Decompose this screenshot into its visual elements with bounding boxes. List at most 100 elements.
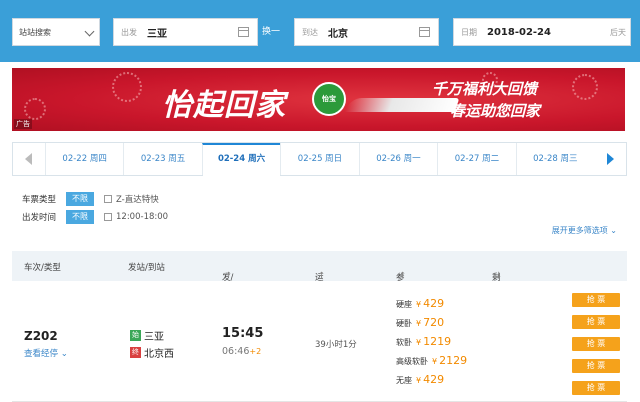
table-row: Z202 查看经停 ⌄ 始 三亚 终 北京西 15:45 06:46+2 39小… (12, 281, 627, 402)
ticket-type-checkbox[interactable] (104, 195, 112, 203)
firework-icon (24, 98, 46, 120)
price-amount: 2129 (439, 354, 468, 367)
sort-icon: ↑ (399, 271, 407, 281)
to-station-field[interactable]: 到达 北京 (294, 18, 439, 46)
sort-icon: ↑ (318, 271, 326, 281)
seat-type: 硬卧 (396, 319, 412, 328)
chevron-down-icon: ⌄ (610, 226, 617, 235)
search-mode-label: 站站搜索 (19, 27, 51, 37)
date-tab[interactable]: 02-26 周一 (358, 143, 437, 175)
brand-logo: 怡宝 (312, 82, 346, 116)
date-tab[interactable]: 02-27 周二 (437, 143, 515, 175)
ad-label: 广告 (14, 119, 32, 129)
arrival-station-name: 北京西 (144, 349, 174, 360)
firework-icon (572, 74, 598, 100)
end-station-badge: 终 (130, 347, 141, 358)
date-tabs: 02-22 周四 02-23 周五 02-24 周六 02-25 周日 02-2… (12, 142, 627, 177)
depart-time-any-button[interactable]: 不限 (66, 210, 94, 224)
search-mode-select[interactable]: 站站搜索 (12, 18, 100, 46)
ticket-type-filter: 车票类型 不限 Z-直达特快 (22, 192, 159, 206)
sort-icon: ↓ (495, 271, 503, 281)
grab-ticket-button[interactable]: 抢 票 (572, 381, 620, 395)
date-tab-active[interactable]: 02-24 周六 (201, 143, 281, 177)
date-tab[interactable]: 02-22 周四 (44, 143, 123, 175)
date-tab[interactable]: 02-25 周日 (280, 143, 358, 175)
ticket-type-any-button[interactable]: 不限 (66, 192, 94, 206)
swap-button[interactable]: 换一 (262, 24, 280, 37)
banner-slogan-line2: 春运助您回家 (450, 102, 541, 120)
station-picker-icon[interactable] (419, 27, 430, 37)
currency-symbol: ¥ (416, 376, 422, 385)
ticket-type-label: 车票类型 (22, 195, 57, 205)
expand-filters-label: 展开更多筛选项 (551, 226, 608, 235)
station-picker-icon[interactable] (238, 27, 249, 37)
price-item: 高级软卧 ¥ 2129 (396, 354, 467, 367)
sort-icon: ↑ (225, 271, 233, 281)
departure-station-name: 三亚 (144, 332, 164, 343)
from-label: 出发 (121, 27, 137, 37)
arrow-left-icon (25, 153, 33, 165)
date-label: 日期 (461, 27, 477, 37)
seat-type: 无座 (396, 376, 412, 385)
departure-station: 始 三亚 (130, 328, 164, 343)
arrow-right-icon (606, 153, 614, 165)
arrival-day-offset: +2 (249, 347, 262, 356)
view-stops-link[interactable]: 查看经停 ⌄ (24, 347, 68, 359)
results-table-header: 车次/类型 发站/到站 发/到时间↑ 运行时间↑ 参考票价↑ 剩余票量↓ (12, 251, 627, 319)
price-item: 无座 ¥ 429 (396, 373, 444, 386)
depart-time-checkbox[interactable] (104, 213, 112, 221)
swap-label: 换一 (262, 27, 281, 37)
price-amount: 429 (423, 297, 445, 310)
grab-ticket-button[interactable]: 抢 票 (572, 315, 620, 329)
seat-type: 软卧 (396, 338, 412, 347)
currency-symbol: ¥ (432, 357, 438, 366)
to-label: 到达 (302, 27, 318, 37)
price-item: 硬座 ¥ 429 (396, 297, 444, 310)
prev-dates-button[interactable] (13, 143, 45, 175)
seat-type: 高级软卧 (396, 357, 428, 366)
depart-time-option[interactable]: 12:00-18:00 (116, 212, 168, 222)
arrival-time: 06:46 (222, 346, 250, 357)
to-value: 北京 (328, 28, 348, 40)
from-value: 三亚 (147, 28, 167, 40)
grab-ticket-button[interactable]: 抢 票 (572, 337, 620, 351)
train-number[interactable]: Z202 (24, 329, 58, 343)
date-field[interactable]: 日期 2018-02-24 后天 (453, 18, 631, 46)
arrival-station: 终 北京西 (130, 345, 174, 360)
currency-symbol: ¥ (416, 300, 422, 309)
depart-time-label: 出发时间 (22, 213, 57, 223)
price-amount: 1219 (423, 335, 452, 348)
chevron-down-icon: ⌄ (60, 349, 68, 359)
price-item: 硬卧 ¥ 720 (396, 316, 444, 329)
departure-time: 15:45 (222, 326, 264, 341)
price-amount: 429 (423, 373, 445, 386)
currency-symbol: ¥ (416, 319, 422, 328)
view-stops-label: 查看经停 (24, 349, 59, 359)
travel-duration: 39小时1分 (315, 340, 357, 350)
col-stations-header: 发站/到站 (128, 263, 165, 273)
next-dates-button[interactable] (594, 143, 626, 175)
ticket-type-option[interactable]: Z-直达特快 (116, 193, 159, 205)
high-speed-train-icon (344, 98, 460, 112)
grab-ticket-button[interactable]: 抢 票 (572, 359, 620, 373)
search-bar: 站站搜索 出发 三亚 换一 到达 北京 日期 2018-02-24 后天 (0, 0, 640, 62)
start-station-badge: 始 (130, 330, 141, 341)
date-relative-label: 后天 (610, 28, 626, 37)
banner-slogan-line1: 千万福利大回馈 (432, 80, 538, 98)
currency-symbol: ¥ (416, 338, 422, 347)
from-station-field[interactable]: 出发 三亚 (113, 18, 258, 46)
chevron-down-icon (84, 26, 95, 37)
seat-type: 硬座 (396, 300, 412, 309)
expand-filters-link[interactable]: 展开更多筛选项 ⌄ (552, 225, 617, 236)
date-value: 2018-02-24 (487, 26, 551, 38)
depart-time-filter: 出发时间 不限 12:00-18:00 (22, 210, 168, 224)
date-tab[interactable]: 02-23 周五 (123, 143, 201, 175)
arrival-time-wrap: 06:46+2 (222, 346, 261, 357)
grab-ticket-button[interactable]: 抢 票 (572, 293, 620, 307)
banner-title: 怡起回家 (162, 88, 286, 123)
firework-icon (112, 72, 142, 102)
date-tab[interactable]: 02-28 周三 (515, 143, 594, 175)
ad-banner[interactable]: 怡起回家 怡宝 千万福利大回馈 春运助您回家 广告 (12, 68, 625, 131)
col-train-header: 车次/类型 (24, 263, 61, 273)
price-item: 软卧 ¥ 1219 (396, 335, 451, 348)
